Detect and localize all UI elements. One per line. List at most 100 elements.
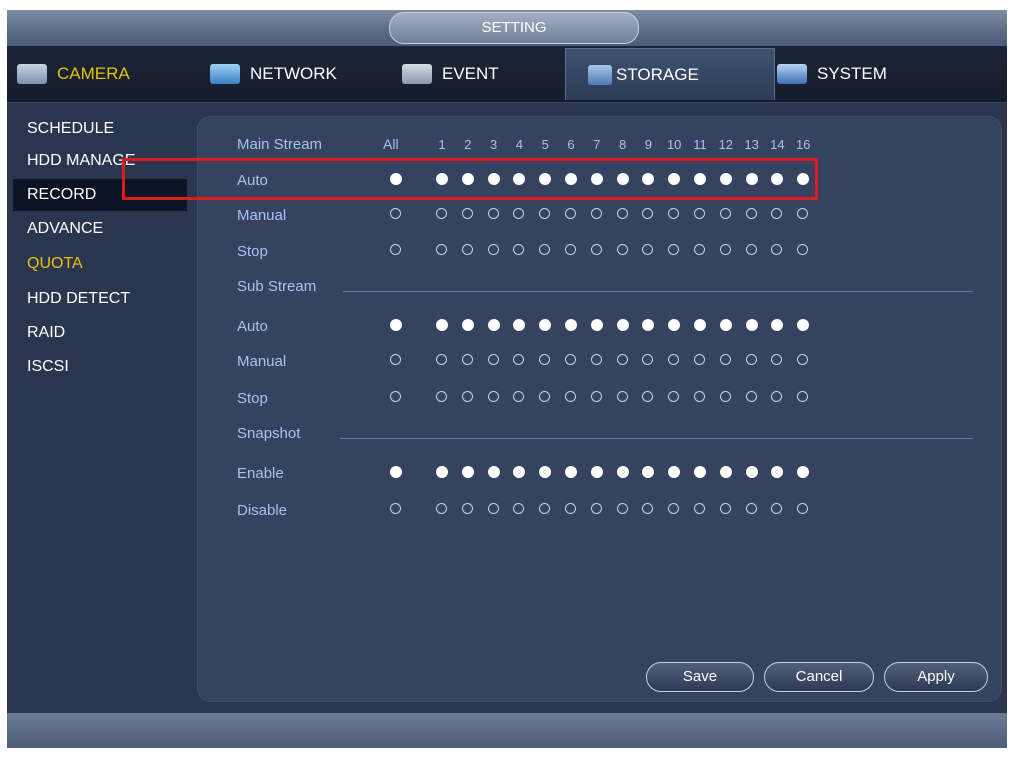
main-auto-radio[interactable] [694,173,706,185]
snapshot-enable-radio[interactable] [513,466,526,478]
snapshot-enable-radio[interactable] [539,466,552,478]
sidebar-item-schedule[interactable]: SCHEDULE [13,113,187,145]
sub-auto-radio[interactable] [771,319,784,331]
sub-auto-radio[interactable] [616,319,629,331]
main-auto-radio[interactable] [668,173,681,185]
snapshot-enable-radio[interactable] [694,466,706,478]
sub-auto-radio[interactable] [461,319,474,331]
tab-storage[interactable]: STORAGE [565,48,775,100]
sidebar-item-record[interactable]: RECORD [13,179,187,211]
main-auto-radio[interactable] [565,173,577,185]
main-auto-radio[interactable] [436,173,448,185]
snapshot-enable-radio[interactable] [797,466,810,478]
main-manual-radio[interactable] [745,208,757,219]
sidebar-item-hdd-manage[interactable]: HDD MANAGE [13,145,187,177]
snapshot-disable-radio[interactable] [590,503,602,514]
snapshot-enable-radio[interactable] [436,466,448,478]
main-stop-radio[interactable] [539,244,551,255]
sub-manual-radio[interactable] [436,354,447,365]
main-manual-radio[interactable] [797,208,809,219]
snapshot-disable-radio[interactable] [436,503,447,514]
snapshot-enable-radio[interactable] [668,466,681,478]
main-stop-radio[interactable] [487,244,499,255]
apply-button[interactable]: Apply [884,662,988,692]
main-stop-radio[interactable] [771,244,783,255]
sub-auto-radio[interactable] [745,319,758,331]
main-stop-radio[interactable] [436,244,447,255]
sub-stop-radio[interactable] [539,391,551,402]
sub-manual-radio[interactable] [642,354,654,365]
sub-stop-radio[interactable] [513,391,525,402]
tab-network[interactable]: NETWORK [210,52,400,96]
main-manual-radio[interactable] [719,208,731,219]
sub-auto-radio[interactable] [590,319,603,331]
sub-auto-radio[interactable] [565,319,577,331]
main-auto-radio[interactable] [590,173,603,185]
main-auto-all-radio[interactable] [390,173,402,185]
snapshot-enable-radio[interactable] [771,466,784,478]
sub-manual-radio[interactable] [797,354,809,365]
sidebar-item-raid[interactable]: RAID [13,317,187,349]
main-manual-all-radio[interactable] [390,208,401,219]
main-auto-radio[interactable] [487,173,500,185]
sub-manual-radio[interactable] [668,354,680,365]
sub-auto-radio[interactable] [668,319,681,331]
main-stop-radio[interactable] [461,244,473,255]
main-manual-radio[interactable] [513,208,525,219]
main-manual-radio[interactable] [539,208,551,219]
sub-auto-radio[interactable] [719,319,732,331]
snapshot-enable-radio[interactable] [745,466,758,478]
sub-stop-radio[interactable] [745,391,757,402]
sub-auto-radio[interactable] [436,319,448,331]
sub-manual-radio[interactable] [771,354,783,365]
sub-stop-radio[interactable] [487,391,499,402]
main-manual-radio[interactable] [642,208,654,219]
main-stop-radio[interactable] [616,244,628,255]
main-manual-radio[interactable] [771,208,783,219]
snapshot-disable-radio[interactable] [565,503,576,514]
main-auto-radio[interactable] [513,173,526,185]
sub-stop-radio[interactable] [436,391,447,402]
main-stop-radio[interactable] [719,244,731,255]
sub-stop-radio[interactable] [642,391,654,402]
main-stop-radio[interactable] [745,244,757,255]
main-manual-radio[interactable] [668,208,680,219]
snapshot-disable-radio[interactable] [745,503,757,514]
sidebar-item-quota[interactable]: QUOTA [13,248,187,280]
snapshot-disable-radio[interactable] [539,503,551,514]
main-manual-radio[interactable] [694,208,705,219]
tab-event[interactable]: EVENT [402,52,592,96]
main-stop-radio[interactable] [513,244,525,255]
save-button[interactable]: Save [646,662,754,692]
tab-system[interactable]: SYSTEM [777,52,967,96]
snapshot-disable-radio[interactable] [461,503,473,514]
main-manual-radio[interactable] [487,208,499,219]
main-auto-radio[interactable] [461,173,474,185]
sub-auto-radio[interactable] [513,319,526,331]
sub-manual-radio[interactable] [461,354,473,365]
sub-stop-radio[interactable] [694,391,705,402]
main-manual-radio[interactable] [565,208,576,219]
sub-manual-radio[interactable] [565,354,576,365]
snapshot-disable-all-radio[interactable] [390,503,401,514]
sub-manual-radio[interactable] [513,354,525,365]
snapshot-enable-radio[interactable] [616,466,629,478]
main-auto-radio[interactable] [771,173,784,185]
snapshot-disable-radio[interactable] [771,503,783,514]
main-auto-radio[interactable] [797,173,810,185]
main-stop-radio[interactable] [565,244,576,255]
main-stop-radio[interactable] [668,244,680,255]
main-manual-radio[interactable] [590,208,602,219]
main-auto-radio[interactable] [616,173,629,185]
snapshot-disable-radio[interactable] [616,503,628,514]
tab-camera[interactable]: CAMERA [17,52,207,96]
snapshot-enable-radio[interactable] [565,466,577,478]
snapshot-enable-radio[interactable] [461,466,474,478]
sub-manual-all-radio[interactable] [390,354,401,365]
sidebar-item-hdd-detect[interactable]: HDD DETECT [13,283,187,315]
sub-stop-radio[interactable] [797,391,809,402]
sub-manual-radio[interactable] [487,354,499,365]
sidebar-item-advance[interactable]: ADVANCE [13,213,187,245]
snapshot-enable-all-radio[interactable] [390,466,402,478]
main-manual-radio[interactable] [461,208,473,219]
